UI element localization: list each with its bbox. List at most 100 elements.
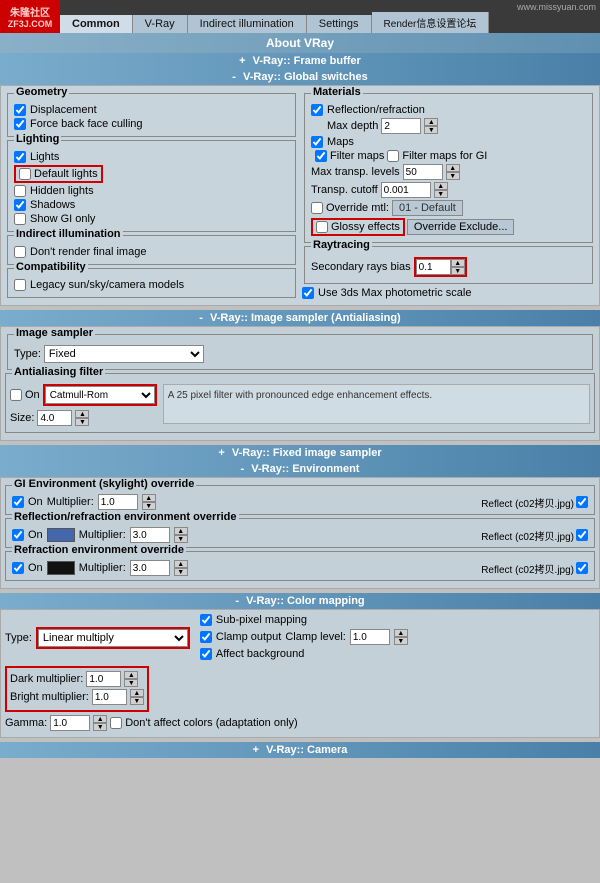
tab-settings[interactable]: Settings <box>307 15 372 33</box>
gamma-spinner[interactable]: ▲ ▼ <box>93 715 107 731</box>
dark-mult-up[interactable]: ▲ <box>124 671 138 679</box>
refr-mult-spinner[interactable]: ▲ ▼ <box>174 560 188 576</box>
clamp-level-label: Clamp level: <box>285 631 346 643</box>
bright-mult-input[interactable] <box>92 689 127 705</box>
refl-on-checkbox[interactable] <box>12 529 24 541</box>
displacement-checkbox[interactable] <box>14 104 26 116</box>
gi-mult-spinner[interactable]: ▲ ▼ <box>142 494 156 510</box>
filter-maps-checkbox[interactable] <box>315 150 327 162</box>
use-3ds-checkbox[interactable] <box>302 287 314 299</box>
tab-indirect[interactable]: Indirect illumination <box>188 15 307 33</box>
refr-reflect-checkbox[interactable] <box>576 562 588 574</box>
override-exclude-button[interactable]: Override Exclude... <box>407 219 515 235</box>
dont-affect-checkbox[interactable] <box>110 717 122 729</box>
max-transp-spinner[interactable]: ▲ ▼ <box>446 164 460 180</box>
override-mtl-checkbox[interactable] <box>311 202 323 214</box>
max-depth-spinner[interactable]: ▲ ▼ <box>424 118 438 134</box>
size-up[interactable]: ▲ <box>75 410 89 418</box>
aa-on-checkbox[interactable] <box>10 389 22 401</box>
size-down[interactable]: ▼ <box>75 418 89 426</box>
gamma-up[interactable]: ▲ <box>93 715 107 723</box>
max-depth-up[interactable]: ▲ <box>424 118 438 126</box>
filter-maps-gi-checkbox[interactable] <box>387 150 399 162</box>
default-lights-checkbox[interactable] <box>19 168 31 180</box>
secondary-rays-input[interactable] <box>416 259 451 275</box>
clamp-output-checkbox[interactable] <box>200 631 212 643</box>
bright-mult-up[interactable]: ▲ <box>130 689 144 697</box>
bright-mult-down[interactable]: ▼ <box>130 697 144 705</box>
clamp-level-input[interactable] <box>350 629 390 645</box>
refr-mult-down[interactable]: ▼ <box>174 568 188 576</box>
glossy-effects-checkbox[interactable] <box>316 221 328 233</box>
refl-reflect-checkbox[interactable] <box>576 529 588 541</box>
transp-cutoff-up[interactable]: ▲ <box>434 182 448 190</box>
bright-mult-spinner[interactable]: ▲ ▼ <box>130 689 144 705</box>
camera-header[interactable]: + V-Ray:: Camera <box>0 742 600 758</box>
image-sampler-header[interactable]: - V-Ray:: Image sampler (Antialiasing) <box>0 310 600 326</box>
max-transp-input[interactable] <box>403 164 443 180</box>
max-transp-up[interactable]: ▲ <box>446 164 460 172</box>
clamp-down[interactable]: ▼ <box>394 637 408 645</box>
tab-render[interactable]: Render信息设置论坛 <box>372 12 490 33</box>
gi-on-checkbox[interactable] <box>12 496 24 508</box>
framebuffer-header[interactable]: + V-Ray:: Frame buffer <box>0 53 600 69</box>
dark-mult-down[interactable]: ▼ <box>124 679 138 687</box>
force-back-checkbox[interactable] <box>14 118 26 130</box>
refr-on-checkbox[interactable] <box>12 562 24 574</box>
refl-mult-input[interactable] <box>130 527 170 543</box>
gamma-input[interactable] <box>50 715 90 731</box>
transp-cutoff-down[interactable]: ▼ <box>434 190 448 198</box>
clamp-level-spinner[interactable]: ▲ ▼ <box>394 629 408 645</box>
cam-label: V-Ray:: Camera <box>266 744 347 756</box>
environment-header[interactable]: - V-Ray:: Environment <box>0 461 600 477</box>
secondary-rays-spinner[interactable]: ▲ ▼ <box>451 259 465 275</box>
gi-mult-up[interactable]: ▲ <box>142 494 156 502</box>
secondary-rays-highlighted: ▲ ▼ <box>414 257 467 277</box>
size-input[interactable] <box>37 410 72 426</box>
max-depth-input[interactable] <box>381 118 421 134</box>
maps-checkbox[interactable] <box>311 136 323 148</box>
refr-color-swatch[interactable] <box>47 561 75 575</box>
dont-render-checkbox[interactable] <box>14 246 26 258</box>
refl-mult-up[interactable]: ▲ <box>174 527 188 535</box>
max-transp-down[interactable]: ▼ <box>446 172 460 180</box>
affect-bg-checkbox[interactable] <box>200 648 212 660</box>
legacy-label: Legacy sun/sky/camera models <box>30 279 184 291</box>
watermark: www.missyuan.com <box>513 0 600 14</box>
sub-pixel-checkbox[interactable] <box>200 614 212 626</box>
lights-checkbox[interactable] <box>14 151 26 163</box>
gamma-down[interactable]: ▼ <box>93 723 107 731</box>
global-switches-header[interactable]: - V-Ray:: Global switches <box>0 69 600 85</box>
tab-vray[interactable]: V-Ray <box>133 15 188 33</box>
main-container: 朱隆社区 ZF3J.COM Common V-Ray Indirect illu… <box>0 0 600 758</box>
secondary-rays-down[interactable]: ▼ <box>451 267 465 275</box>
aa-filter-select[interactable]: Catmull-Rom Area Sharp Quadratic Cubic <box>45 386 155 404</box>
shadows-checkbox[interactable] <box>14 199 26 211</box>
refl-mult-spinner[interactable]: ▲ ▼ <box>174 527 188 543</box>
refl-mult-down[interactable]: ▼ <box>174 535 188 543</box>
show-gi-only-checkbox[interactable] <box>14 213 26 225</box>
refl-color-swatch[interactable] <box>47 528 75 542</box>
gi-mult-down[interactable]: ▼ <box>142 502 156 510</box>
secondary-rays-up[interactable]: ▲ <box>451 259 465 267</box>
gi-reflect-checkbox[interactable] <box>576 496 588 508</box>
clamp-up[interactable]: ▲ <box>394 629 408 637</box>
cm-type-select[interactable]: Linear multiply Exponential HSV exponent… <box>38 629 188 647</box>
tab-common[interactable]: Common <box>60 15 133 33</box>
gi-mult-input[interactable] <box>98 494 138 510</box>
hidden-lights-checkbox[interactable] <box>14 185 26 197</box>
size-spinner[interactable]: ▲ ▼ <box>75 410 89 426</box>
override-mtl-button[interactable]: 01 - Default <box>392 200 463 216</box>
reflection-checkbox[interactable] <box>311 104 323 116</box>
transp-cutoff-spinner[interactable]: ▲ ▼ <box>434 182 448 198</box>
refr-mult-up[interactable]: ▲ <box>174 560 188 568</box>
fixed-sampler-header[interactable]: + V-Ray:: Fixed image sampler <box>0 445 600 461</box>
transp-cutoff-input[interactable] <box>381 182 431 198</box>
dark-mult-input[interactable] <box>86 671 121 687</box>
is-type-select[interactable]: Fixed Adaptive DMC Adaptive subdivision <box>44 345 204 363</box>
legacy-checkbox[interactable] <box>14 279 26 291</box>
dark-mult-spinner[interactable]: ▲ ▼ <box>124 671 138 687</box>
refr-mult-input[interactable] <box>130 560 170 576</box>
max-depth-down[interactable]: ▼ <box>424 126 438 134</box>
color-mapping-header[interactable]: - V-Ray:: Color mapping <box>0 593 600 609</box>
